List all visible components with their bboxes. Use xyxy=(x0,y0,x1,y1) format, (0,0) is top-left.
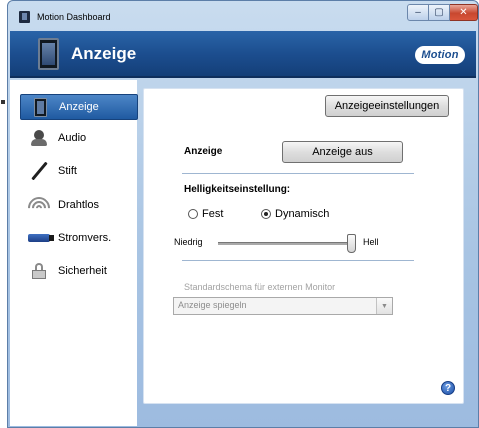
radio-fixed-label: Fest xyxy=(202,208,224,220)
close-button[interactable]: ✕ xyxy=(450,4,478,21)
external-monitor-value: Anzeige spiegeln xyxy=(178,300,247,310)
minimize-icon: – xyxy=(415,7,421,18)
page-header: Anzeige Motion xyxy=(10,31,476,78)
slider-low-label: Niedrig xyxy=(174,237,203,247)
radio-dynamic[interactable]: Dynamisch xyxy=(261,208,329,220)
sidebar-item-label: Stift xyxy=(58,165,77,177)
slider-high-label: Hell xyxy=(363,237,379,247)
maximize-icon: ▢ xyxy=(434,7,444,18)
lock-icon xyxy=(28,261,50,281)
display-settings-panel: Anzeigeeinstellungen Anzeige Anzeige aus… xyxy=(143,88,464,404)
sidebar-item-label: Stromvers. xyxy=(58,232,112,244)
section-divider xyxy=(182,260,414,261)
sidebar-item-sicherheit[interactable]: Sicherheit xyxy=(20,258,138,284)
close-icon: ✕ xyxy=(459,7,468,18)
background-window-edge xyxy=(0,0,7,428)
display-icon xyxy=(38,38,59,70)
brightness-heading: Helligkeitseinstellung: xyxy=(184,184,291,195)
brightness-slider-track[interactable] xyxy=(218,242,354,245)
page-title: Anzeige xyxy=(71,44,137,63)
chevron-down-icon[interactable]: ▼ xyxy=(376,298,392,314)
maximize-button[interactable]: ▢ xyxy=(429,4,450,21)
background-window-marker xyxy=(1,100,5,104)
app-icon xyxy=(19,11,30,23)
sidebar-item-label: Anzeige xyxy=(59,101,99,113)
sidebar-item-drahtlos[interactable]: Drahtlos xyxy=(20,192,138,218)
radio-dynamic-label: Dynamisch xyxy=(275,208,330,220)
battery-icon xyxy=(28,228,54,248)
radio-dynamic-dot[interactable] xyxy=(261,209,271,219)
sidebar-item-stift[interactable]: Stift xyxy=(20,158,138,184)
sidebar-item-anzeige[interactable]: Anzeige xyxy=(20,94,138,120)
radio-fixed-dot[interactable] xyxy=(188,209,198,219)
sidebar-item-label: Sicherheit xyxy=(58,265,107,277)
display-label: Anzeige xyxy=(184,146,223,157)
audio-icon xyxy=(28,128,50,148)
title-bar[interactable]: Motion Dashboard – ▢ ✕ xyxy=(8,1,478,31)
external-monitor-select[interactable]: Anzeige spiegeln ▼ xyxy=(173,297,393,315)
display-off-button[interactable]: Anzeige aus xyxy=(282,141,403,163)
window-title: Motion Dashboard xyxy=(37,12,111,22)
display-icon xyxy=(29,97,51,117)
sidebar: Anzeige Audio Stift Drahtlos Stromvers. xyxy=(10,80,138,426)
section-divider xyxy=(182,173,414,174)
sidebar-item-audio[interactable]: Audio xyxy=(20,125,138,151)
radio-fixed[interactable]: Fest xyxy=(188,208,223,220)
wireless-icon xyxy=(28,195,50,215)
pen-icon xyxy=(28,161,50,181)
help-icon[interactable]: ? xyxy=(441,381,455,395)
display-settings-button[interactable]: Anzeigeeinstellungen xyxy=(325,95,449,117)
motion-logo: Motion xyxy=(415,46,465,64)
motion-dashboard-window: Motion Dashboard – ▢ ✕ Anzeige Motion An… xyxy=(7,0,479,428)
brightness-slider-thumb[interactable] xyxy=(347,234,356,253)
sidebar-item-label: Drahtlos xyxy=(58,199,99,211)
sidebar-item-stromvers[interactable]: Stromvers. xyxy=(20,225,138,251)
minimize-button[interactable]: – xyxy=(407,4,429,21)
sidebar-item-label: Audio xyxy=(58,132,87,144)
external-monitor-label: Standardschema für externen Monitor xyxy=(184,282,336,292)
